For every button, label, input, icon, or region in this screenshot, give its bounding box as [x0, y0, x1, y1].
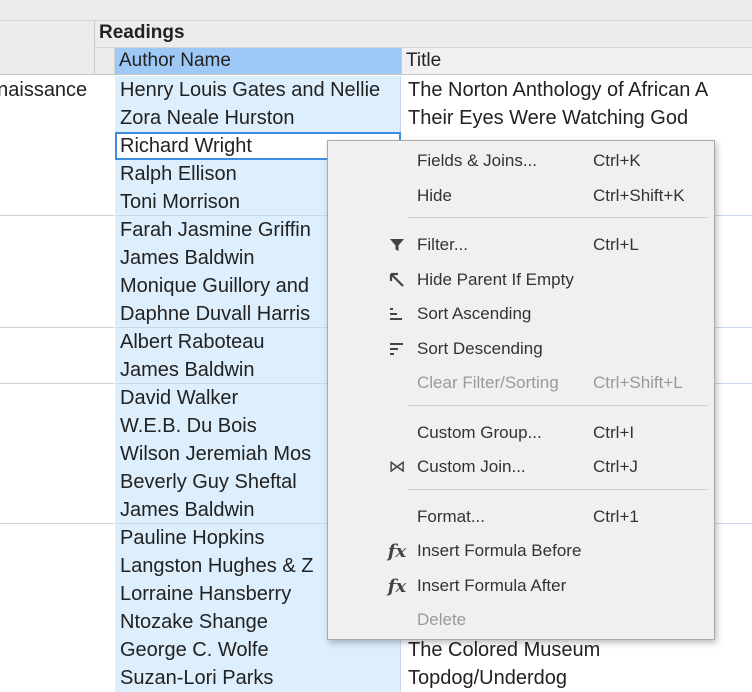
- group-divider: [0, 327, 114, 328]
- sort-ascending-icon: [386, 303, 408, 325]
- menu-item-label: Insert Formula After: [417, 576, 567, 595]
- author-name-header-label: Author Name: [119, 50, 231, 71]
- menu-item-clear-filter-sorting: Clear Filter/Sorting Ctrl+Shift+L: [328, 368, 714, 398]
- title-header-label: Title: [406, 50, 442, 71]
- menu-item-sort-ascending[interactable]: Sort Ascending: [328, 299, 714, 329]
- formula-icon: fx: [387, 540, 407, 562]
- menu-item-shortcut: Ctrl+I: [593, 423, 635, 442]
- menu-item-shortcut: Ctrl+L: [593, 235, 639, 254]
- arrow-up-left-icon: [386, 269, 408, 291]
- menu-item-custom-group[interactable]: Custom Group... Ctrl+I: [328, 418, 714, 448]
- group-title: Readings: [99, 22, 185, 43]
- author-cell[interactable]: Suzan-Lori Parks: [115, 664, 401, 692]
- menu-item-label: Clear Filter/Sorting: [417, 373, 559, 392]
- category-label[interactable]: enaissance: [0, 76, 87, 104]
- category-cell[interactable]: enaissance: [0, 76, 95, 104]
- join-icon: ⋈: [388, 457, 406, 476]
- menu-item-label: Insert Formula Before: [417, 541, 582, 560]
- category-column: [0, 75, 96, 680]
- title-column-header[interactable]: Title: [402, 48, 752, 74]
- menu-item-hide[interactable]: Hide Ctrl+Shift+K: [328, 181, 714, 211]
- column-header-gutter: [95, 48, 115, 74]
- menu-item-filter[interactable]: Filter... Ctrl+L: [328, 230, 714, 260]
- menu-separator: [408, 405, 708, 406]
- author-cell[interactable]: George C. Wolfe: [115, 636, 401, 664]
- menu-item-hide-parent-if-empty[interactable]: Hide Parent If Empty: [328, 265, 714, 295]
- context-menu: Fields & Joins... Ctrl+K Hide Ctrl+Shift+K F…: [327, 140, 715, 640]
- menu-item-fields-joins[interactable]: Fields & Joins... Ctrl+K: [328, 146, 714, 176]
- readings-group-header[interactable]: Readings: [95, 21, 752, 48]
- row-header-corner: [0, 21, 95, 74]
- group-divider: [0, 383, 114, 384]
- menu-item-label: Fields & Joins...: [417, 151, 537, 170]
- title-cell[interactable]: Their Eyes Were Watching God: [402, 104, 752, 132]
- menu-item-shortcut: Ctrl+K: [593, 151, 641, 170]
- sort-descending-icon: [386, 338, 408, 360]
- menu-item-shortcut: Ctrl+Shift+L: [593, 373, 683, 392]
- title-cell[interactable]: The Norton Anthology of African A: [402, 76, 752, 104]
- menu-item-label: Format...: [417, 507, 486, 526]
- menu-item-insert-formula-after[interactable]: fx Insert Formula After: [328, 571, 714, 601]
- menu-separator: [408, 217, 708, 218]
- menu-item-label: Sort Descending: [417, 339, 543, 358]
- menu-item-shortcut: Ctrl+J: [593, 457, 638, 476]
- top-toolbar-strip: [0, 0, 752, 21]
- menu-item-label: Delete: [417, 610, 467, 629]
- title-cell[interactable]: The Colored Museum: [402, 636, 752, 664]
- author-cell[interactable]: Henry Louis Gates and Nellie: [115, 76, 401, 104]
- menu-separator: [408, 489, 708, 490]
- group-divider: [0, 215, 114, 216]
- menu-item-label: Filter...: [417, 235, 469, 254]
- menu-item-custom-join[interactable]: ⋈ Custom Join... Ctrl+J: [328, 452, 714, 482]
- menu-item-sort-descending[interactable]: Sort Descending: [328, 334, 714, 364]
- menu-item-shortcut: Ctrl+1: [593, 507, 639, 526]
- filter-icon: [386, 234, 408, 256]
- menu-item-label: Custom Join...: [417, 457, 526, 476]
- author-cell[interactable]: Zora Neale Hurston: [115, 104, 401, 132]
- menu-item-shortcut: Ctrl+Shift+K: [593, 186, 685, 205]
- title-cell[interactable]: Topdog/Underdog: [402, 664, 752, 692]
- formula-icon: fx: [387, 575, 407, 597]
- menu-item-label: Custom Group...: [417, 423, 542, 442]
- menu-item-insert-formula-before[interactable]: fx Insert Formula Before: [328, 536, 714, 566]
- menu-item-delete: Delete: [328, 605, 714, 635]
- row-gutter: [95, 75, 114, 680]
- menu-item-label: Hide Parent If Empty: [417, 270, 574, 289]
- menu-item-format[interactable]: Format... Ctrl+1: [328, 502, 714, 532]
- group-divider: [0, 523, 114, 524]
- author-name-column-header[interactable]: Author Name: [115, 48, 402, 74]
- menu-item-label: Sort Ascending: [417, 304, 532, 323]
- menu-item-label: Hide: [417, 186, 452, 205]
